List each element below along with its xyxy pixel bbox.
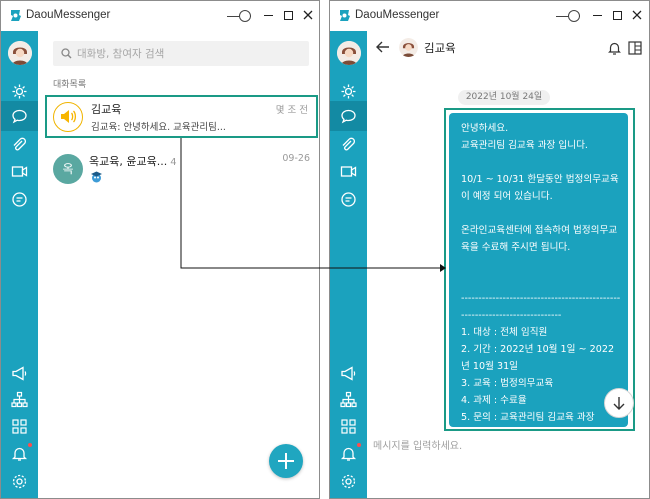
minimize-button[interactable] xyxy=(590,8,604,22)
chat-icon[interactable] xyxy=(11,108,28,125)
chat-list-item[interactable]: 김교육 김교육: 안녕하세요. 교육관리팀... 몇 조 전 xyxy=(45,95,318,138)
attachment-icon[interactable] xyxy=(340,137,357,154)
screen: DaouMessenger 대화방, 참여자 검색 대화목록 김교육 김교육: … xyxy=(0,0,650,499)
close-icon xyxy=(632,10,642,20)
org-chart-icon[interactable] xyxy=(11,391,28,408)
message-input[interactable] xyxy=(373,436,643,456)
chat-time: 몇 조 전 xyxy=(275,105,308,116)
emoticon-icon xyxy=(91,171,102,183)
search-input[interactable] xyxy=(77,44,297,63)
close-button[interactable] xyxy=(630,8,644,22)
search-icon xyxy=(61,48,72,59)
my-avatar[interactable] xyxy=(337,41,361,65)
date-divider: 2022년 10월 24일 xyxy=(458,90,550,105)
settings-icon[interactable] xyxy=(340,83,357,100)
title-bar: DaouMessenger xyxy=(330,1,649,31)
announcement-avatar xyxy=(53,102,83,132)
megaphone-icon[interactable] xyxy=(11,365,28,382)
app-logo-icon xyxy=(340,10,350,21)
notification-dot xyxy=(28,443,32,447)
speaker-icon xyxy=(61,110,77,123)
member-count: 4 xyxy=(170,157,177,168)
message-composer[interactable] xyxy=(367,430,649,464)
chat-bubble-icon[interactable] xyxy=(11,191,28,208)
close-button[interactable] xyxy=(301,8,315,22)
maximize-button[interactable] xyxy=(610,8,624,22)
gear-icon[interactable] xyxy=(340,473,357,490)
left-rail xyxy=(1,31,38,498)
video-icon[interactable] xyxy=(340,163,357,180)
bell-icon[interactable] xyxy=(340,445,357,462)
settings-icon[interactable] xyxy=(11,83,28,100)
scroll-to-bottom-button[interactable] xyxy=(604,388,634,418)
section-label: 대화목록 xyxy=(53,80,87,90)
search-box[interactable] xyxy=(53,41,309,66)
app-logo-icon xyxy=(11,10,21,21)
chat-icon[interactable] xyxy=(340,108,357,125)
side-panel-icon[interactable] xyxy=(628,41,642,55)
chat-title: 김교육 xyxy=(424,41,456,55)
bell-icon[interactable] xyxy=(11,445,28,462)
apps-grid-icon[interactable] xyxy=(340,418,357,435)
arrow-down-icon xyxy=(613,397,625,410)
message-text: 안녕하세요. 교육관리팀 김교육 과장 입니다. 10/1 ~ 10/31 한달… xyxy=(461,123,621,423)
group-avatar: 옥 xyxy=(53,154,83,184)
close-icon xyxy=(303,10,313,20)
notification-dot xyxy=(357,443,361,447)
messenger-list-window: DaouMessenger 대화방, 참여자 검색 대화목록 김교육 김교육: … xyxy=(0,0,320,499)
title-bar: DaouMessenger xyxy=(1,1,319,31)
chat-header: 김교육 xyxy=(367,31,649,65)
app-title: DaouMessenger xyxy=(26,9,111,21)
video-icon[interactable] xyxy=(11,163,28,180)
chat-avatar xyxy=(399,38,418,57)
attachment-icon[interactable] xyxy=(11,137,28,154)
left-rail xyxy=(330,31,367,498)
chat-time: 09-26 xyxy=(282,153,310,164)
chat-name: 김교육 xyxy=(91,103,122,116)
my-avatar[interactable] xyxy=(8,41,32,65)
gear-icon[interactable] xyxy=(11,473,28,490)
message-bubble: 안녕하세요. 교육관리팀 김교육 과장 입니다. 10/1 ~ 10/31 한달… xyxy=(449,113,628,427)
org-chart-icon[interactable] xyxy=(340,391,357,408)
chat-list-item[interactable]: 옥 옥교육, 윤교육... 4 09-26 xyxy=(45,148,318,192)
chat-preview: 김교육: 안녕하세요. 교육관리팀... xyxy=(91,122,226,133)
chat-name: 옥교육, 윤교육... 4 xyxy=(89,155,177,168)
maximize-button[interactable] xyxy=(281,8,295,22)
apps-grid-icon[interactable] xyxy=(11,418,28,435)
minimize-button[interactable] xyxy=(261,8,275,22)
bell-icon[interactable] xyxy=(608,41,621,55)
back-arrow-icon[interactable] xyxy=(376,41,390,53)
chat-bubble-icon[interactable] xyxy=(340,191,357,208)
new-chat-button[interactable] xyxy=(269,444,303,478)
app-title: DaouMessenger xyxy=(355,9,440,21)
opacity-slider-knob[interactable] xyxy=(568,10,580,22)
megaphone-icon[interactable] xyxy=(340,365,357,382)
opacity-slider-knob[interactable] xyxy=(239,10,251,22)
